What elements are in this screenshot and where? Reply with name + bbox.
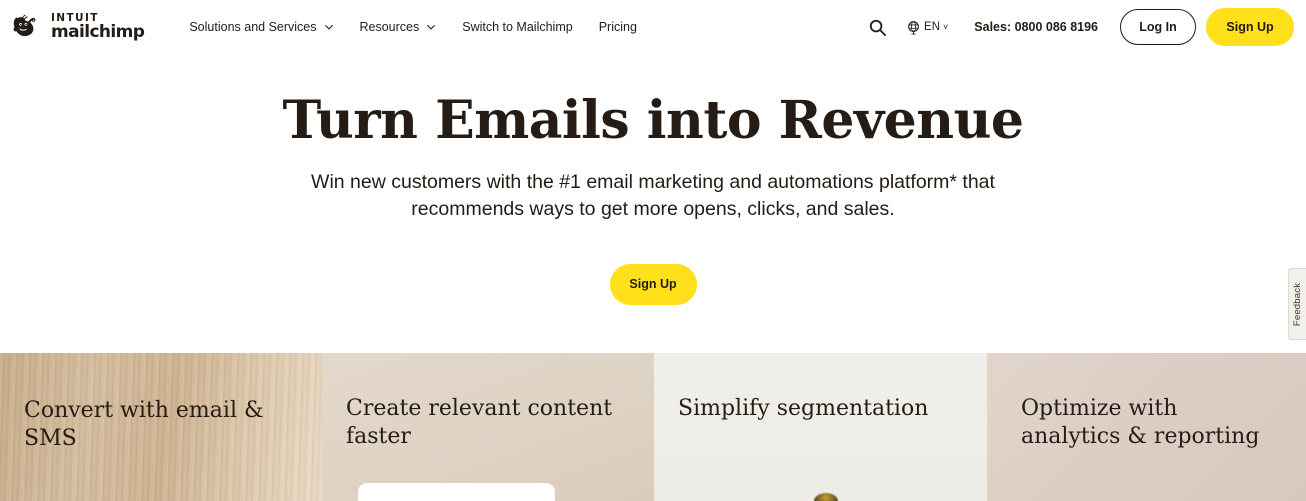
feature-card-title: Simplify segmentation (678, 396, 929, 421)
logo-mailchimp-text: mailchimp (51, 22, 145, 43)
search-button[interactable] (860, 10, 894, 44)
hero-heading: Turn Emails into Revenue (282, 90, 1024, 151)
sales-phone[interactable]: Sales: 0800 086 8196 (974, 20, 1098, 34)
mailchimp-logo[interactable]: INTUIT mailchimp (10, 10, 145, 44)
feature-card-optimize-with-analytics-reporting[interactable]: Optimize with analytics & reporting (987, 353, 1306, 501)
chevron-down-icon (324, 25, 333, 30)
header-actions: EN ˅ Sales: 0800 086 8196 Log In Sign Up (860, 8, 1306, 46)
nav-item-switch-to-mailchimp[interactable]: Switch to Mailchimp (449, 14, 585, 40)
nav-item-solutions-and-services[interactable]: Solutions and Services (176, 14, 346, 40)
feedback-tab[interactable]: Feedback (1288, 268, 1306, 340)
feature-card-title: Convert with email & SMS (24, 398, 264, 452)
nav-item-label: Solutions and Services (189, 20, 317, 34)
language-code: EN (924, 21, 941, 33)
chevron-down-icon: ˅ (943, 21, 949, 32)
search-icon (869, 19, 886, 36)
log-in-button[interactable]: Log In (1120, 9, 1196, 45)
sign-up-button-hero[interactable]: Sign Up (609, 263, 697, 305)
card-background (654, 353, 987, 501)
chevron-down-icon (427, 25, 436, 30)
nav-item-label: Pricing (598, 20, 637, 34)
mailchimp-homepage: INTUIT mailchimp Solutions and Services … (0, 0, 1306, 501)
feature-cards: Convert with email & SMS Create relevant… (0, 353, 1306, 501)
feature-card-create-relevant-content-faster[interactable]: Create relevant content faster (322, 353, 654, 501)
hero-subheading: Win new customers with the #1 email mark… (311, 170, 995, 221)
feedback-tab-label: Feedback (1292, 282, 1304, 326)
feature-card-title: Create relevant content faster (346, 396, 613, 450)
globe-icon (908, 20, 919, 34)
feature-card-simplify-segmentation[interactable]: Simplify segmentation (654, 353, 987, 501)
site-header: INTUIT mailchimp Solutions and Services … (0, 0, 1306, 54)
language-selector[interactable]: EN ˅ (906, 20, 948, 35)
content-preview-panel (358, 483, 555, 501)
nav-item-label: Resources (359, 20, 420, 34)
hero-section: Turn Emails into Revenue Win new custome… (0, 54, 1306, 353)
feature-card-convert-with-email-sms[interactable]: Convert with email & SMS (0, 353, 322, 501)
primary-nav: Solutions and Services Resources Switch … (176, 14, 650, 40)
sign-up-button-header[interactable]: Sign Up (1206, 8, 1294, 46)
mailchimp-freddie-icon (13, 14, 36, 37)
feature-card-title: Optimize with analytics & reporting (1021, 396, 1260, 450)
nav-item-label: Switch to Mailchimp (462, 20, 573, 34)
nav-item-pricing[interactable]: Pricing (586, 14, 650, 40)
nav-item-resources[interactable]: Resources (347, 14, 450, 40)
